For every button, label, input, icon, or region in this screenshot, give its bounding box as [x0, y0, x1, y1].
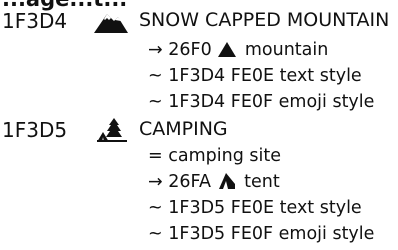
prefix-symbol: ~ [148, 198, 163, 218]
prefix-symbol: = [148, 146, 163, 166]
prefix-symbol: ~ [148, 224, 163, 244]
line-text: 1F3D4 FE0E text style [168, 66, 362, 86]
snow-capped-mountain-icon [94, 14, 128, 33]
entry-line: → 26F0 mountain [148, 40, 328, 60]
entry-line: ~ 1F3D4 FE0E text style [148, 66, 362, 86]
line-text: mountain [244, 40, 329, 60]
tent-icon [217, 172, 239, 192]
prefix-symbol: → [148, 172, 163, 192]
entry-name: SNOW CAPPED MOUNTAIN [139, 9, 390, 31]
prefix-symbol: ~ [148, 66, 163, 86]
entry-code: 1F3D4 [2, 9, 68, 33]
prefix-symbol: → [148, 40, 163, 60]
line-text: 1F3D5 FE0E text style [168, 198, 362, 218]
entry-line: = camping site [148, 146, 281, 166]
line-text: camping site [168, 146, 281, 166]
entry-code: 1F3D5 [2, 118, 68, 142]
camping-icon [97, 118, 127, 142]
line-text: 1F3D4 FE0F emoji style [168, 92, 375, 112]
line-code: 26F0 [168, 40, 212, 60]
line-text: tent [244, 172, 280, 192]
entry-name: CAMPING [139, 118, 228, 140]
entry-line: ~ 1F3D5 FE0F emoji style [148, 224, 374, 244]
entry-line: ~ 1F3D5 FE0E text style [148, 198, 362, 218]
prefix-symbol: ~ [148, 92, 163, 112]
line-code: 26FA [168, 172, 211, 192]
mountain-icon [217, 40, 239, 60]
line-text: 1F3D5 FE0F emoji style [168, 224, 375, 244]
entry-line: → 26FA tent [148, 172, 280, 192]
entry-line: ~ 1F3D4 FE0F emoji style [148, 92, 374, 112]
